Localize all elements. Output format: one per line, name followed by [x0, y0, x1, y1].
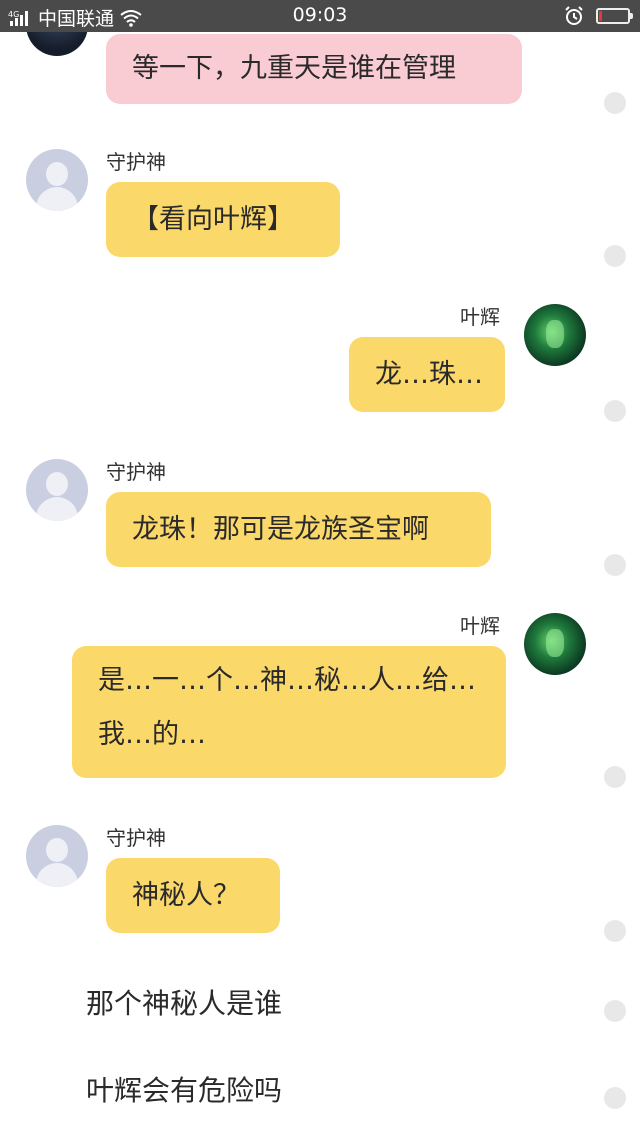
chat-bubble-multiline[interactable]: 是…一…个…神…秘…人…给… 我…的… [72, 646, 506, 778]
avatar-guardian[interactable] [26, 459, 88, 521]
chat-bubble[interactable]: 【看向叶辉】 [106, 182, 340, 257]
sender-name: 叶辉 [460, 614, 500, 638]
status-right [564, 6, 633, 26]
bubble-line: 是…一…个…神…秘…人…给… [98, 665, 476, 696]
message-status-dot [604, 554, 626, 576]
sender-name: 守护神 [106, 826, 166, 850]
avatar[interactable] [26, 32, 88, 56]
avatar-yehui[interactable] [524, 613, 586, 675]
bubble-line: 我…的… [98, 719, 206, 750]
avatar-guardian[interactable] [26, 825, 88, 887]
alarm-clock-icon [565, 6, 583, 25]
chat-bubble[interactable]: 龙珠！那可是龙族圣宝啊 [106, 492, 491, 567]
option-status-dot [604, 1087, 626, 1109]
reply-option[interactable]: 那个神秘人是谁 [86, 982, 282, 1022]
message-status-dot [604, 92, 626, 114]
avatar-yehui[interactable] [524, 304, 586, 366]
message-status-dot [604, 766, 626, 788]
sender-name: 守护神 [106, 460, 166, 484]
message-status-dot [604, 920, 626, 942]
sender-name: 叶辉 [460, 305, 500, 329]
chat-bubble[interactable]: 龙…珠… [349, 337, 505, 412]
battery-level [599, 11, 602, 21]
status-time: 09:03 [292, 4, 348, 26]
chat-bubble[interactable]: 等一下，九重天是谁在管理 [106, 34, 522, 104]
chat-area[interactable]: 等一下，九重天是谁在管理 守护神 【看向叶辉】 叶辉 龙…珠… 守护神 龙珠！那… [0, 32, 640, 1138]
avatar-guardian[interactable] [26, 149, 88, 211]
battery-icon [596, 8, 633, 24]
status-bar: 4G 中国联通 09:03 [0, 0, 640, 32]
reply-option[interactable]: 叶辉会有危险吗 [86, 1069, 282, 1109]
chat-bubble[interactable]: 神秘人？ [106, 858, 280, 933]
sender-name: 守护神 [106, 150, 166, 174]
message-status-dot [604, 400, 626, 422]
option-status-dot [604, 1000, 626, 1022]
message-status-dot [604, 245, 626, 267]
